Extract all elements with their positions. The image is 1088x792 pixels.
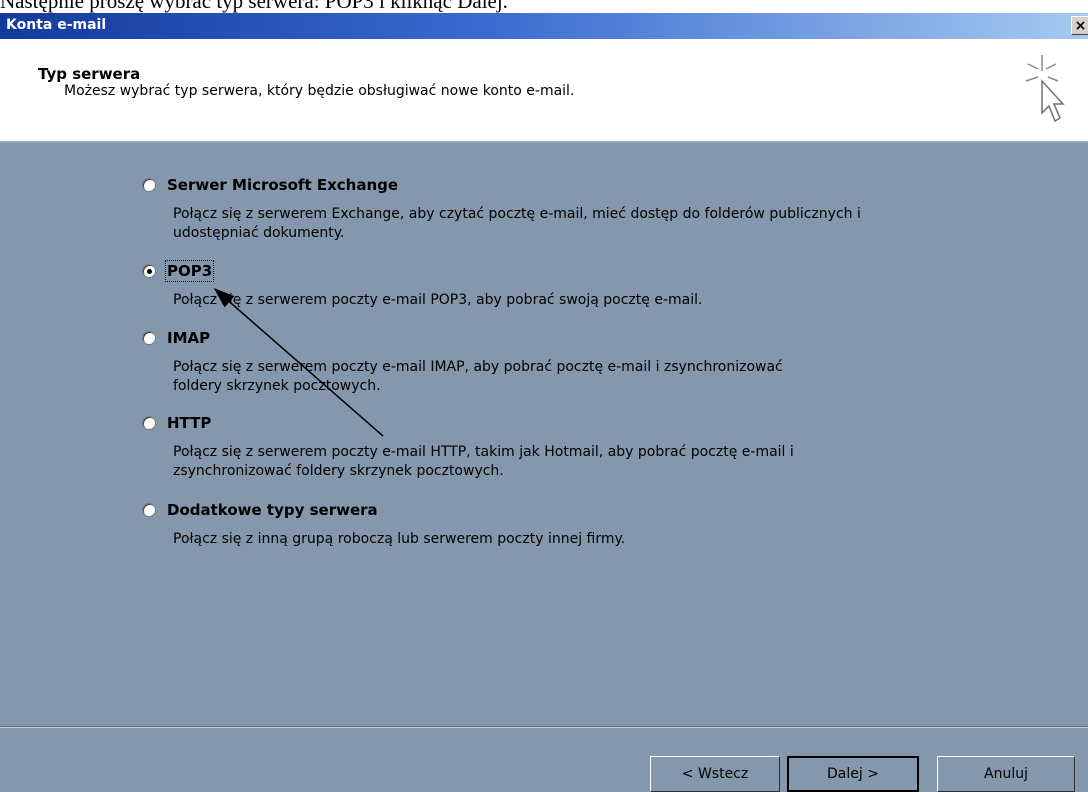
radio-http[interactable]: [142, 416, 156, 430]
close-icon: ×: [1074, 18, 1087, 34]
option-label-imap[interactable]: IMAP: [167, 329, 210, 347]
cancel-button[interactable]: Anuluj: [937, 756, 1075, 792]
wizard-header: Typ serwera Możesz wybrać typ serwera, k…: [0, 39, 1088, 143]
window-title: Konta e-mail: [6, 17, 107, 33]
option-label-pop3[interactable]: POP3: [164, 260, 215, 282]
option-description-exchange: Połącz się z serwerem Exchange, aby czyt…: [173, 206, 861, 241]
title-bar[interactable]: Konta e-mail ×: [0, 13, 1088, 39]
radio-pop3[interactable]: [142, 264, 156, 278]
option-description-additional: Połącz się z inną grupą roboczą lub serw…: [173, 531, 626, 547]
option-label-http[interactable]: HTTP: [167, 414, 211, 432]
option-label-exchange[interactable]: Serwer Microsoft Exchange: [167, 176, 398, 194]
email-accounts-dialog: Konta e-mail × Typ serwera Możesz wybrać…: [0, 13, 1088, 792]
option-description-imap: Połącz się z serwerem poczty e-mail IMAP…: [173, 359, 783, 394]
option-label-additional[interactable]: Dodatkowe typy serwera: [167, 501, 378, 519]
radio-exchange[interactable]: [142, 178, 156, 192]
radio-imap[interactable]: [142, 331, 156, 345]
radio-additional[interactable]: [142, 503, 156, 517]
option-description-http: Połącz się z serwerem poczty e-mail HTTP…: [173, 444, 794, 479]
close-button[interactable]: ×: [1071, 16, 1088, 35]
page-subtitle: Możesz wybrać typ serwera, który będzie …: [64, 83, 575, 99]
document-text-line: Następnie proszę wybrać typ serwera: POP…: [0, 0, 508, 13]
option-description-pop3: Połącz się z serwerem poczty e-mail POP3…: [173, 292, 703, 308]
footer-divider: [0, 726, 1088, 728]
cursor-sparkle-icon: [1025, 55, 1065, 123]
next-button[interactable]: Dalej >: [787, 756, 919, 792]
page-title: Typ serwera: [38, 65, 141, 83]
back-button[interactable]: < Wstecz: [650, 756, 780, 792]
